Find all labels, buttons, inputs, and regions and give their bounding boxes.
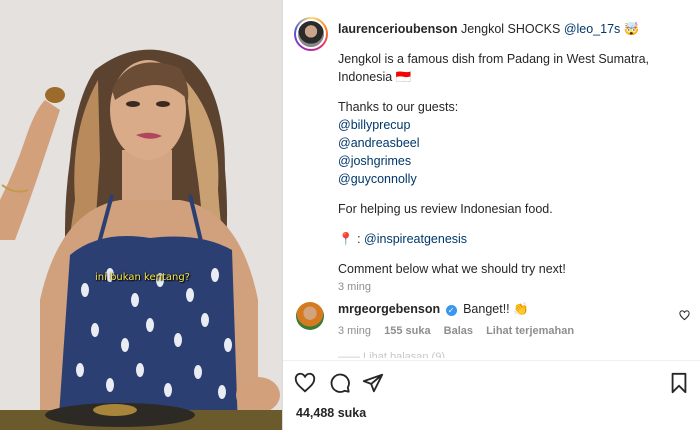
post-panel: laurencerioubenson Jengkol SHOCKS @leo_1… [283, 0, 700, 430]
view-replies-link[interactable]: —— Lihat balasan (9) [338, 350, 445, 358]
likes-suffix: suka [337, 406, 367, 420]
verified-badge-icon: ✓ [445, 305, 457, 316]
caption-description: Jengkol is a famous dish from Padang in … [338, 52, 650, 84]
comment-icon[interactable] [329, 372, 353, 396]
caption-cta: Comment below what we should try next! [338, 262, 566, 276]
post-media[interactable]: ini bukan kentang? [0, 0, 282, 430]
location-mention[interactable]: @inspireatgenesis [364, 232, 467, 246]
actions-divider [283, 360, 700, 361]
share-icon[interactable] [362, 372, 386, 396]
post-timestamp[interactable]: 3 ming [338, 278, 688, 296]
author-avatar[interactable] [294, 17, 328, 51]
caption-thanks: Thanks to our guests: [338, 100, 459, 114]
flag-emoji: 🇮🇩 [395, 70, 412, 84]
likes-number: 44,488 [296, 406, 335, 420]
guest-mention[interactable]: @andreasbeel [338, 136, 420, 150]
guest-mention[interactable]: @billyprecup [338, 118, 410, 132]
comment-like-heart-icon[interactable] [679, 310, 690, 324]
bookmark-icon[interactable] [668, 372, 692, 396]
reply-button[interactable]: Balas [444, 325, 473, 337]
caption-title: Jengkol SHOCKS [460, 22, 561, 36]
video-subtitle: ini bukan kentang? [95, 272, 190, 283]
guest-mention[interactable]: @guyconnolly [338, 172, 417, 186]
comment-text: Banget!! [463, 302, 510, 316]
clap-emoji: 👏 [513, 302, 529, 316]
translate-button[interactable]: Lihat terjemahan [486, 325, 574, 337]
caption-helping: For helping us review Indonesian food. [338, 202, 553, 216]
video-frame-illustration [0, 0, 282, 430]
post-caption: laurencerioubenson Jengkol SHOCKS @leo_1… [338, 20, 688, 296]
caption-title-emoji: 🤯 [623, 22, 640, 36]
commenter-username[interactable]: mrgeorgebenson [338, 302, 440, 316]
heart-icon[interactable] [294, 372, 318, 396]
commenter-avatar[interactable] [296, 302, 324, 330]
location-separator: : [357, 232, 361, 246]
likes-count[interactable]: 44,488 suka [296, 406, 366, 420]
comment-timestamp[interactable]: 3 ming [338, 325, 371, 337]
guest-mention[interactable]: @joshgrimes [338, 154, 411, 168]
post-actions [294, 372, 694, 396]
comment-likes[interactable]: 155 suka [384, 325, 430, 337]
location-pin-icon: 📍 [338, 232, 354, 246]
caption-title-mention[interactable]: @leo_17s [564, 22, 620, 36]
author-username[interactable]: laurencerioubenson [338, 22, 457, 36]
